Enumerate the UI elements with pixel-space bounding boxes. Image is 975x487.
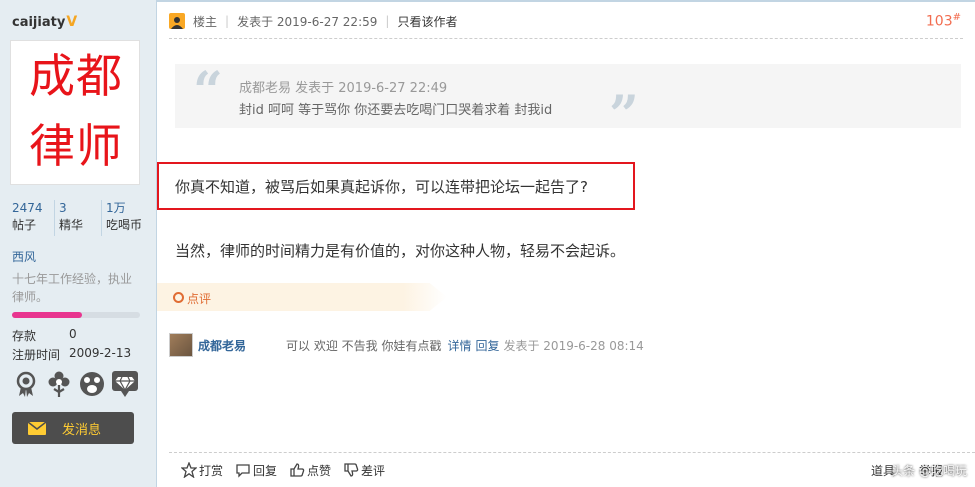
comment-section-header: 点评 bbox=[157, 283, 447, 311]
post-header: 楼主 | 发表于 2019-6-27 22:59 | 只看该作者 bbox=[169, 10, 457, 32]
thumbs-up-icon bbox=[290, 463, 305, 477]
stat-digest[interactable]: 3 精华 bbox=[54, 200, 101, 236]
post-paragraph-1: 你真不知道，被骂后如果真起诉你，可以连带把论坛一起告了? bbox=[175, 178, 588, 196]
send-message-button[interactable]: 发消息 bbox=[12, 412, 134, 444]
avatar-text-line2: 律师 bbox=[29, 119, 123, 173]
stat-posts[interactable]: 2474 帖子 bbox=[8, 200, 54, 236]
dianping-icon bbox=[173, 292, 184, 303]
stat-coins[interactable]: 1万 吃喝币 bbox=[101, 200, 148, 236]
only-author-link[interactable]: 只看该作者 bbox=[397, 13, 457, 30]
credit-progress-bar bbox=[12, 312, 140, 318]
watermark: 头条 @吃喝玩 bbox=[891, 464, 967, 478]
verified-badge: V bbox=[66, 14, 78, 30]
register-date-row: 注册时间 2009-2-13 bbox=[12, 346, 132, 362]
post-action-bar: 打赏 回复 点赞 差评 道具 举报 bbox=[169, 452, 975, 487]
separator: | bbox=[225, 14, 230, 28]
thread-starter-label: 楼主 bbox=[193, 14, 218, 29]
post-paragraph-2: 当然，律师的时间精力是有价值的，对你这种人物，轻易不会起诉。 bbox=[175, 242, 626, 260]
award-ribbon-icon[interactable] bbox=[12, 370, 40, 398]
author-profile-sidebar: caijiatyV 成都 律师 2474 帖子 3 精华 1万 吃喝币 西风 十… bbox=[0, 0, 157, 487]
header-divider bbox=[169, 38, 963, 39]
quote-text: 封id 呵呵 等于骂你 你还要去吃喝门口哭着求着 封我id bbox=[239, 103, 553, 118]
post-content-area: 楼主 | 发表于 2019-6-27 22:59 | 只看该作者 103# “ … bbox=[157, 0, 975, 487]
avatar-text-line1: 成都 bbox=[29, 49, 123, 103]
tip-button[interactable]: 打赏 bbox=[181, 462, 223, 479]
commenter-avatar[interactable] bbox=[169, 333, 193, 357]
floor-number[interactable]: 103# bbox=[926, 12, 961, 30]
thumbs-down-icon bbox=[344, 463, 359, 477]
flower-icon[interactable] bbox=[45, 370, 73, 398]
separator: | bbox=[385, 14, 390, 28]
quote-close-icon: ” bbox=[609, 85, 639, 146]
paw-icon[interactable] bbox=[78, 370, 106, 398]
envelope-icon bbox=[28, 421, 46, 435]
quote-open-icon: “ bbox=[193, 61, 223, 122]
diamond-icon[interactable] bbox=[111, 370, 139, 398]
comment-detail-link[interactable]: 详情 bbox=[447, 337, 471, 354]
comment-item: 成都老易 可以 欢迎 不告我 你娃有点戳 详情 回复 发表于 2019-6-28… bbox=[169, 332, 644, 358]
author-stats: 2474 帖子 3 精华 1万 吃喝币 bbox=[8, 200, 148, 236]
credit-progress-fill bbox=[12, 312, 83, 318]
post-top-border bbox=[157, 0, 975, 2]
post-time: 发表于 2019-6-27 22:59 bbox=[237, 14, 378, 29]
avatar[interactable]: 成都 律师 bbox=[10, 40, 140, 185]
reply-button[interactable]: 回复 bbox=[235, 462, 277, 479]
commenter-name[interactable]: 成都老易 bbox=[198, 337, 286, 354]
comment-text: 可以 欢迎 不告我 你娃有点戳 bbox=[286, 338, 442, 353]
thread-starter-icon bbox=[169, 13, 185, 29]
quote-block: “ 成都老易 发表于 2019-6-27 22:49 封id 呵呵 等于骂你 你… bbox=[175, 61, 961, 142]
author-name[interactable]: caijiatyV bbox=[12, 14, 77, 30]
comment-reply-link[interactable]: 回复 bbox=[475, 337, 499, 354]
star-icon bbox=[181, 462, 197, 478]
dianping-label: 点评 bbox=[187, 292, 212, 306]
like-button[interactable]: 点赞 bbox=[289, 462, 331, 479]
quote-header: 成都老易 发表于 2019-6-27 22:49 bbox=[239, 81, 448, 96]
dislike-button[interactable]: 差评 bbox=[343, 462, 385, 479]
user-group[interactable]: 西风 bbox=[12, 248, 36, 265]
medal-list bbox=[12, 370, 139, 398]
user-bio: 十七年工作经验，执业律师。 bbox=[12, 272, 133, 304]
speech-bubble-icon bbox=[236, 464, 250, 478]
deposit-row: 存款 0 bbox=[12, 327, 77, 343]
comment-time: 发表于 2019-6-28 08:14 bbox=[503, 338, 644, 353]
